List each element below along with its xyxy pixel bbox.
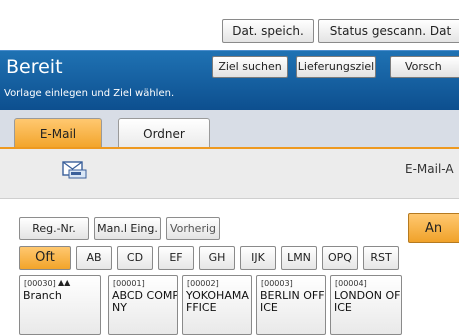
- address-entry-berlin[interactable]: [00003] BERLIN OFF ICE: [256, 275, 326, 335]
- entry-name: BERLIN OFF ICE: [260, 289, 325, 314]
- address-entry-london[interactable]: [00004] LONDON OFF ICE: [330, 275, 402, 335]
- entry-id: [00002]: [187, 279, 219, 288]
- address-entry-abcd[interactable]: [00001] ABCD COMPA NY: [108, 275, 178, 335]
- entry-name: LONDON OFF ICE: [334, 289, 401, 314]
- address-entry-branch[interactable]: [00030] ▲▲ Branch: [19, 275, 101, 335]
- index-tab-frequent[interactable]: Oft: [19, 246, 71, 270]
- page-title: Bereit: [6, 56, 63, 78]
- index-tab-ab[interactable]: AB: [76, 246, 112, 270]
- preview-button[interactable]: Vorsch: [390, 56, 459, 78]
- tab-email[interactable]: E-Mail: [14, 118, 102, 148]
- email-address-label: E-Mail-A: [405, 162, 454, 176]
- index-tab-opq[interactable]: OPQ: [322, 246, 358, 270]
- instruction-text: Vorlage einlegen und Ziel wählen.: [4, 88, 175, 99]
- index-tab-gh[interactable]: GH: [199, 246, 235, 270]
- entry-id: [00001]: [113, 279, 145, 288]
- index-tab-ijk[interactable]: IJK: [240, 246, 276, 270]
- scanned-status-button[interactable]: Status gescann. Dat: [318, 19, 459, 43]
- search-destination-label: Ziel suchen: [218, 60, 282, 73]
- preview-label: Vorsch: [405, 60, 442, 73]
- search-destination-button[interactable]: Ziel suchen: [212, 56, 288, 78]
- index-tab-rst[interactable]: RST: [363, 246, 399, 270]
- destination-list-label: Lieferungsziel: [297, 60, 375, 73]
- registration-number-button[interactable]: Reg.-Nr.: [19, 217, 89, 240]
- entry-id: [00030]: [24, 279, 56, 288]
- group-icon: ▲▲: [58, 278, 71, 287]
- address-entry-yokohama[interactable]: [00002] YOKOHAMA O FFICE: [182, 275, 252, 335]
- entry-name: YOKOHAMA O FFICE: [186, 289, 249, 314]
- entry-id: [00004]: [335, 279, 367, 288]
- envelope-icon: [60, 160, 90, 182]
- entry-name: ABCD COMPA NY: [112, 289, 178, 314]
- previous-button[interactable]: Vorherig: [166, 217, 220, 240]
- index-tab-cd[interactable]: CD: [117, 246, 153, 270]
- index-tab-ef[interactable]: EF: [158, 246, 194, 270]
- entry-id: [00003]: [261, 279, 293, 288]
- tab-folder[interactable]: Ordner: [118, 118, 210, 148]
- tab-folder-label: Ordner: [143, 127, 185, 141]
- entry-name: Branch: [23, 289, 62, 302]
- to-button[interactable]: An: [408, 213, 459, 243]
- tab-email-label: E-Mail: [39, 127, 77, 141]
- index-tab-lmn[interactable]: LMN: [281, 246, 317, 270]
- destination-list-button[interactable]: Lieferungsziel: [296, 56, 376, 78]
- manual-entry-button[interactable]: Man.l Eing.: [94, 217, 161, 240]
- save-data-button[interactable]: Dat. speich.: [222, 19, 314, 43]
